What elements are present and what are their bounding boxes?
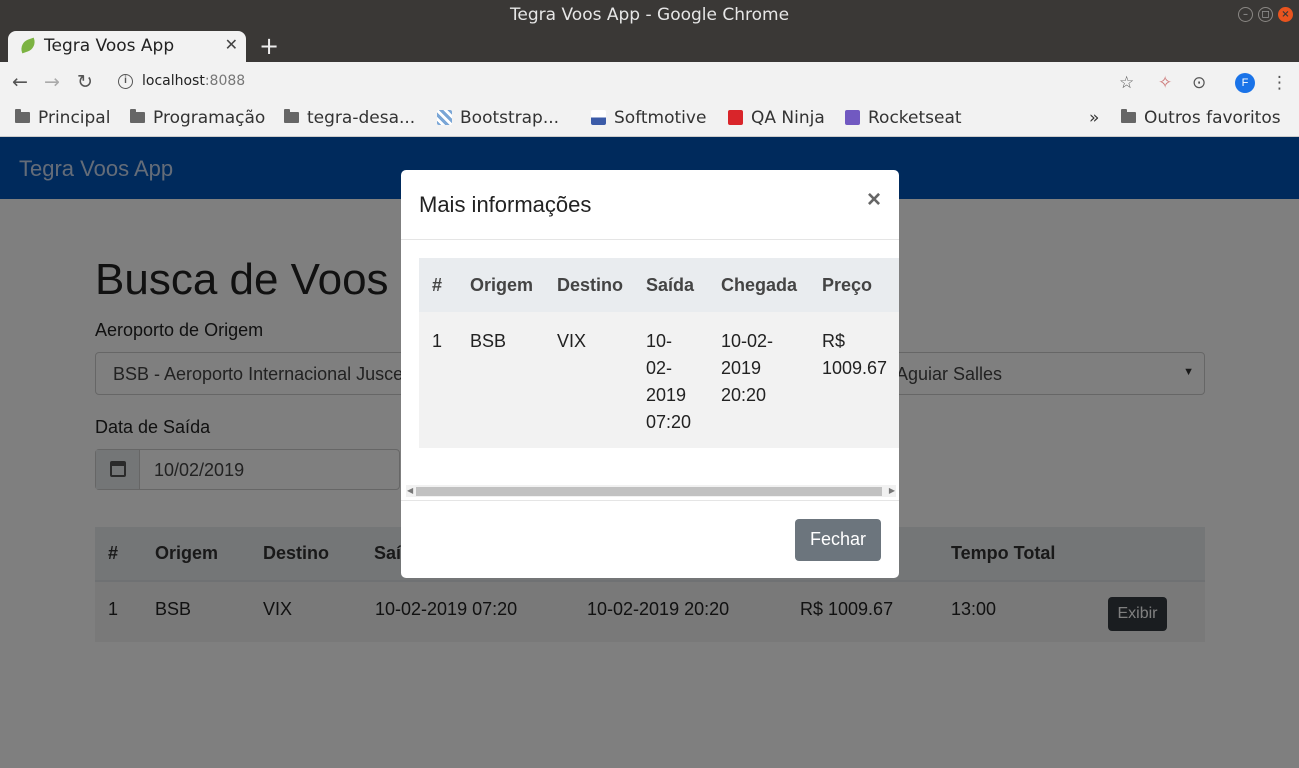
window-title: Tegra Voos App - Google Chrome	[509, 5, 790, 25]
close-window-icon[interactable]: ×	[1278, 7, 1293, 22]
bookmark-outros-favoritos[interactable]: Outros favoritos	[1121, 108, 1281, 128]
reload-icon[interactable]: ↻	[77, 71, 93, 93]
scrollbar-thumb[interactable]	[416, 487, 882, 496]
maximize-icon[interactable]: ◻	[1258, 7, 1273, 22]
scroll-right-icon[interactable]: ▶	[889, 485, 895, 497]
scroll-left-icon[interactable]: ◀	[407, 485, 413, 497]
folder-icon	[130, 109, 145, 123]
bookmarks-bar: Principal Programação tegra-desa... Boot…	[0, 104, 1299, 137]
modal-horizontal-scrollbar[interactable]: ◀ ▶	[406, 485, 896, 497]
softmotive-favicon	[591, 110, 606, 125]
bookmark-qaninja[interactable]: QA Ninja	[728, 108, 825, 128]
modal-col-chegada: Chegada	[721, 275, 798, 295]
modal-col-origem: Origem	[470, 275, 534, 295]
window-titlebar: Tegra Voos App - Google Chrome – ◻ ×	[0, 0, 1299, 30]
modal-row-destino: VIX	[557, 331, 587, 351]
modal-row-saida: 10- 02- 2019 07:20	[646, 331, 692, 432]
tab-title: Tegra Voos App	[44, 36, 175, 56]
folder-icon	[15, 109, 30, 123]
browser-tab[interactable]: Tegra Voos App ✕	[8, 31, 246, 62]
rocketseat-favicon	[845, 110, 860, 125]
url-host: localhost	[142, 73, 205, 89]
bookmark-tegra[interactable]: tegra-desa...	[284, 108, 415, 128]
modal-col-preco: Preço	[822, 275, 873, 295]
modal-title: Mais informações	[419, 192, 592, 217]
qaninja-favicon	[728, 110, 743, 125]
modal-row-preco: R$ 1009.67	[822, 331, 888, 378]
info-modal: Mais informações × # Origem Destino Saíd…	[401, 170, 899, 578]
url-port: :8088	[204, 73, 246, 89]
modal-row-chegada: 10-02- 2019 20:20	[721, 331, 774, 405]
close-tab-icon[interactable]: ✕	[225, 35, 238, 54]
back-icon[interactable]: ←	[12, 71, 28, 93]
new-tab-icon[interactable]: +	[259, 32, 279, 60]
browser-toolbar: ← → ↻ i localhost:8088 ☆ ✧ ⊙ ⋮	[0, 62, 1299, 104]
forward-icon[interactable]: →	[44, 71, 60, 93]
bookmark-bootstrap[interactable]: Bootstrap...	[437, 108, 559, 128]
bookmark-softmotive[interactable]: Softmotive	[591, 108, 706, 128]
modal-col-num: #	[432, 275, 443, 295]
site-info-icon[interactable]: i	[118, 74, 133, 89]
modal-col-destino: Destino	[557, 275, 624, 295]
fechar-button[interactable]: Fechar	[795, 519, 881, 561]
bookmark-programacao[interactable]: Programação	[130, 108, 265, 128]
chrome-menu-icon[interactable]: ⋮	[1271, 73, 1288, 93]
address-bar[interactable]: localhost:8088	[142, 73, 245, 89]
modal-table-row: 1 BSB VIX 10- 02- 2019 07:20 10-02- 2019…	[419, 312, 899, 448]
modal-row-origem: BSB	[470, 331, 507, 351]
minimize-icon[interactable]: –	[1238, 7, 1253, 22]
profile-avatar[interactable]: F	[1235, 73, 1255, 93]
page-viewport: Tegra Voos App Busca de Voos Aeroporto d…	[0, 137, 1299, 768]
extension-code-icon[interactable]: ⊙	[1192, 73, 1206, 93]
modal-close-icon[interactable]: ×	[867, 186, 881, 214]
modal-header: Mais informações ×	[401, 170, 899, 240]
bookmark-principal[interactable]: Principal	[15, 108, 110, 128]
modal-footer: Fechar	[401, 500, 899, 578]
bookmark-star-icon[interactable]: ☆	[1119, 73, 1134, 93]
modal-col-saida: Saída	[646, 275, 695, 295]
modal-row-num: 1	[432, 331, 443, 351]
bootstrap-favicon	[437, 110, 452, 125]
modal-details-table: # Origem Destino Saída Chegada Preço 1 B…	[419, 258, 899, 448]
folder-icon	[1121, 109, 1136, 123]
folder-icon	[284, 109, 299, 123]
bookmarks-overflow[interactable]: »	[1089, 108, 1099, 128]
extension-unicorn-icon[interactable]: ✧	[1158, 73, 1172, 93]
modal-table-header: # Origem Destino Saída Chegada Preço	[419, 258, 899, 312]
tab-strip: Tegra Voos App ✕ +	[0, 30, 1299, 62]
bookmark-rocketseat[interactable]: Rocketseat	[845, 108, 962, 128]
spring-leaf-icon	[18, 37, 38, 54]
